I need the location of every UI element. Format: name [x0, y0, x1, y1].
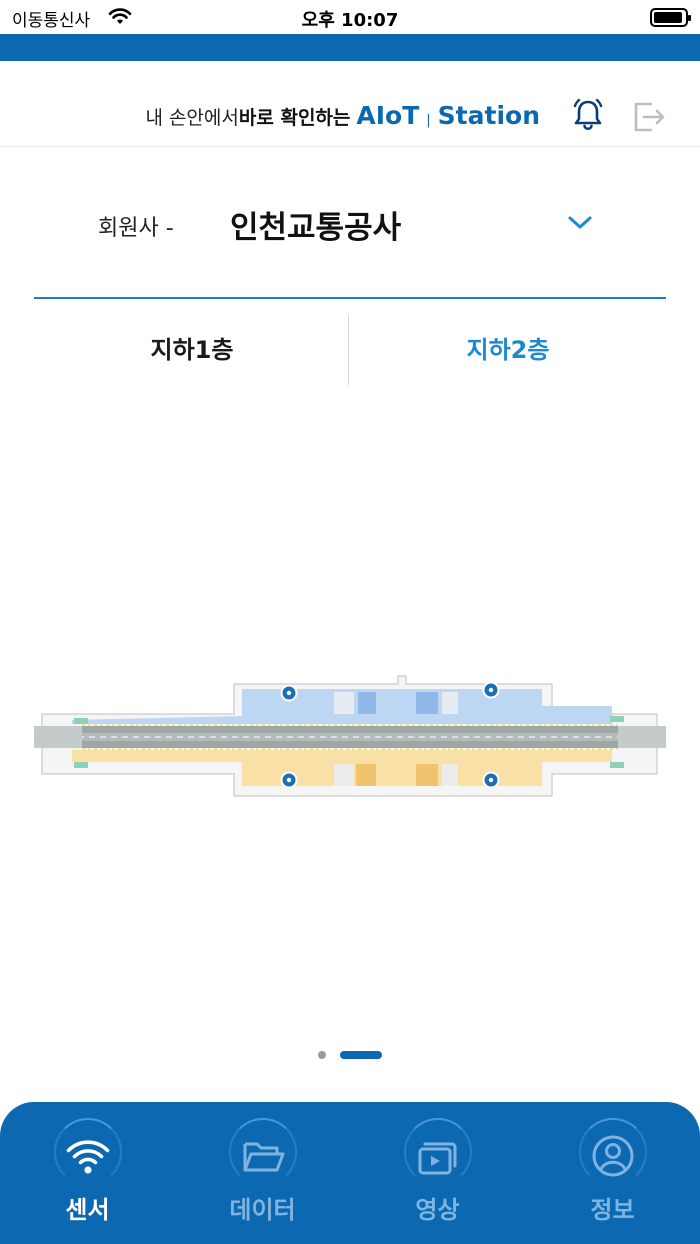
end-marker-br: [610, 762, 624, 768]
status-bar: 이동통신사 오후 10:07: [0, 0, 700, 34]
folder-icon: [243, 1142, 285, 1172]
tab-floor-b2[interactable]: 지하2층: [350, 315, 666, 385]
video-library-icon: [418, 1142, 457, 1175]
pager-dot-2-active[interactable]: [340, 1051, 382, 1059]
wifi-icon: [66, 1140, 110, 1174]
tab-sensor[interactable]: 센서: [0, 1102, 175, 1244]
blue-room-2: [416, 692, 438, 714]
sensor-pin-2: [482, 681, 500, 699]
app-header: 내 손안에서 바로 확인하는 AIoT | Station: [0, 61, 700, 147]
header-title: 내 손안에서 바로 확인하는 AIoT | Station: [145, 101, 540, 130]
tab-info[interactable]: 정보: [525, 1102, 700, 1244]
yellow-room-1: [356, 764, 376, 786]
tagline-bold: 바로 확인하는: [238, 107, 351, 129]
sensor-pin-4: [482, 771, 500, 789]
floor-plan-map[interactable]: [32, 674, 668, 800]
top-stripe: [0, 34, 700, 61]
tab-divider: [348, 315, 349, 385]
tab-video-label: 영상: [415, 1196, 460, 1224]
tab-data[interactable]: 데이터: [175, 1102, 350, 1244]
tab-info-label: 정보: [590, 1196, 635, 1224]
tab-floor-b1[interactable]: 지하1층: [34, 315, 350, 385]
sensor-pin-1: [280, 684, 298, 702]
brand-station: Station: [437, 101, 540, 130]
notification-button[interactable]: [568, 95, 608, 135]
bell-icon: [573, 98, 603, 130]
yellow-room-2: [416, 764, 438, 786]
member-name[interactable]: 인천교통공사: [230, 202, 401, 247]
battery-icon: [650, 8, 691, 27]
tab-sensor-label: 센서: [65, 1196, 110, 1224]
page-indicator: [0, 1050, 700, 1060]
brand-aiot: AIoT: [356, 101, 420, 130]
logout-icon: [634, 102, 665, 132]
sensor-pin-3: [280, 771, 298, 789]
end-marker-bl: [74, 762, 88, 768]
yellow-stair-2: [442, 764, 458, 786]
tab-video[interactable]: 영상: [350, 1102, 525, 1244]
logout-button[interactable]: [630, 96, 670, 136]
blue-stair-2: [442, 692, 458, 714]
bottom-tab-bar: 센서 데이터 영상 정보: [0, 1102, 700, 1244]
member-label: 회원사 -: [98, 216, 174, 241]
member-underline: [34, 297, 666, 299]
track-end-right: [618, 726, 666, 748]
pager-dot-1[interactable]: [318, 1051, 326, 1059]
status-time: 오후 10:07: [301, 10, 399, 31]
tab-data-label: 데이터: [229, 1196, 296, 1224]
end-marker-tr: [610, 716, 624, 722]
brand-separator: |: [426, 113, 431, 128]
yellow-stair-1: [334, 764, 354, 786]
chevron-down-icon[interactable]: [566, 212, 594, 234]
track-end-left: [34, 726, 82, 748]
blue-room-1: [358, 692, 376, 714]
member-selector[interactable]: 회원사 - 인천교통공사: [0, 190, 700, 260]
floor-tabs: 지하1층 지하2층: [34, 315, 666, 385]
tagline-prefix: 내 손안에서: [145, 107, 239, 129]
track-center: [82, 733, 618, 741]
blue-stair-1: [334, 692, 354, 714]
end-marker-tl: [74, 718, 88, 724]
user-circle-icon: [592, 1135, 634, 1177]
